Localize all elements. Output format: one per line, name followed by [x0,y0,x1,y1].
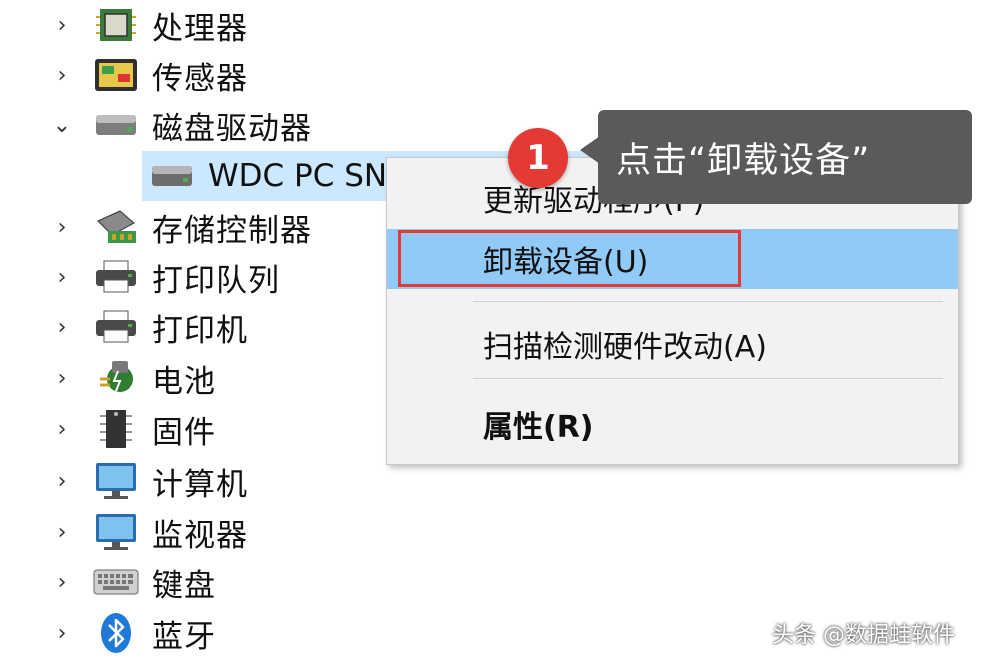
tree-item-label: 计算机 [152,466,248,503]
tree-child-label: WDC PC SN [208,158,388,194]
disk-drive-icon [93,105,139,145]
menu-item-scan-hardware[interactable]: 扫描检测硬件改动(A) [387,314,958,374]
battery-icon [93,358,139,398]
chevron-right-icon[interactable]: › [50,13,74,38]
tree-item-keyboards[interactable]: › 键盘 [0,557,1000,607]
watermark: 头条 @数据蛙软件 [772,623,955,648]
tree-item-label: 传感器 [152,60,248,97]
chevron-right-icon[interactable]: › [50,265,74,290]
chevron-right-icon[interactable]: › [50,570,74,595]
chevron-down-icon[interactable]: ⌄ [50,113,74,138]
highlight-box [398,230,741,287]
tree-item-label: 蓝牙 [152,618,216,655]
tree-item-label: 固件 [152,414,216,451]
storage-controller-icon [93,207,139,247]
tree-item-label: 电池 [152,363,216,400]
chevron-right-icon[interactable]: › [50,215,74,240]
bluetooth-icon [93,613,139,653]
callout-tooltip: 点击“卸载设备” [598,110,972,204]
tree-item-label: 键盘 [152,567,216,604]
tree-item-label: 处理器 [152,10,248,47]
chevron-right-icon[interactable]: › [50,469,74,494]
firmware-icon [93,409,139,449]
keyboard-icon [93,562,139,602]
chevron-right-icon[interactable]: › [50,315,74,340]
callout-text: 点击“卸载设备” [616,140,871,181]
step-badge: 1 [508,128,568,188]
print-queue-icon [93,257,139,297]
monitor-icon [93,512,139,552]
tree-item-sensor[interactable]: › 传感器 [0,50,1000,100]
menu-separator [473,301,943,302]
tree-item-label: 打印队列 [152,262,280,299]
tree-item-monitors[interactable]: › 监视器 [0,507,1000,557]
menu-separator [473,378,943,379]
menu-item-label: 属性(R) [483,410,594,445]
chevron-right-icon[interactable]: › [50,366,74,391]
chevron-right-icon[interactable]: › [50,417,74,442]
chevron-right-icon[interactable]: › [50,621,74,646]
chevron-right-icon[interactable]: › [50,63,74,88]
tree-item-label: 磁盘驱动器 [152,110,312,147]
menu-item-properties[interactable]: 属性(R) [387,394,958,454]
tree-item-label: 打印机 [152,312,248,349]
chevron-right-icon[interactable]: › [50,520,74,545]
tree-item-label: 监视器 [152,517,248,554]
menu-item-label: 扫描检测硬件改动(A) [483,330,767,365]
sensor-icon [93,55,139,95]
tree-item-label: 存储控制器 [152,212,312,249]
disk-drive-icon [149,156,195,196]
computer-icon [93,461,139,501]
callout-arrow [580,136,600,164]
tree-item-processor[interactable]: › 处理器 [0,0,1000,50]
processor-icon [93,5,139,45]
printer-icon [93,307,139,347]
